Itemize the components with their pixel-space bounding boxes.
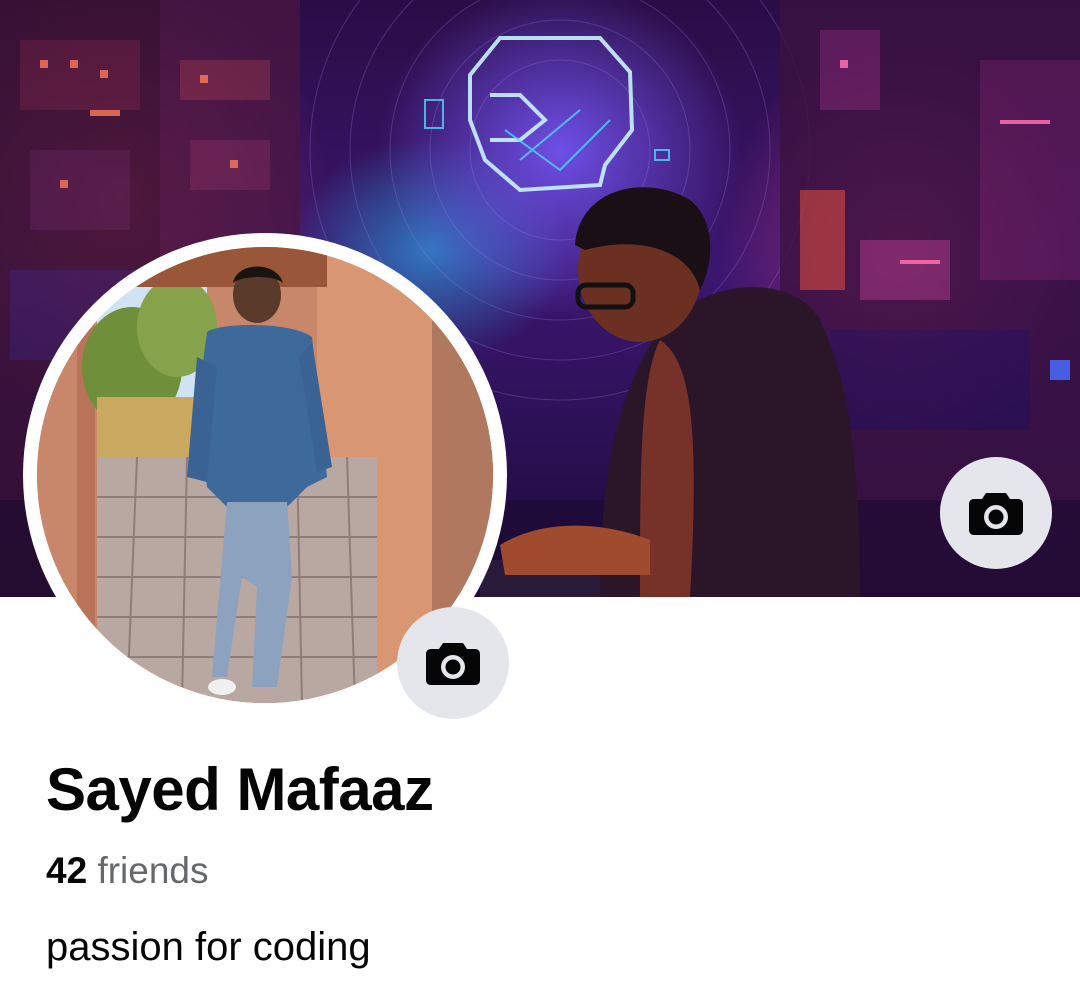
change-cover-photo-button[interactable] <box>940 457 1052 569</box>
friends-count-label: friends <box>97 850 209 891</box>
camera-icon <box>969 493 1023 535</box>
profile-bio: passion for coding <box>46 925 371 969</box>
camera-icon <box>426 643 480 685</box>
friends-count-number: 42 <box>46 850 88 891</box>
profile-name: Sayed Mafaaz <box>46 756 434 823</box>
friends-count[interactable]: 42 friends <box>46 850 209 892</box>
change-profile-picture-button[interactable] <box>397 607 509 719</box>
